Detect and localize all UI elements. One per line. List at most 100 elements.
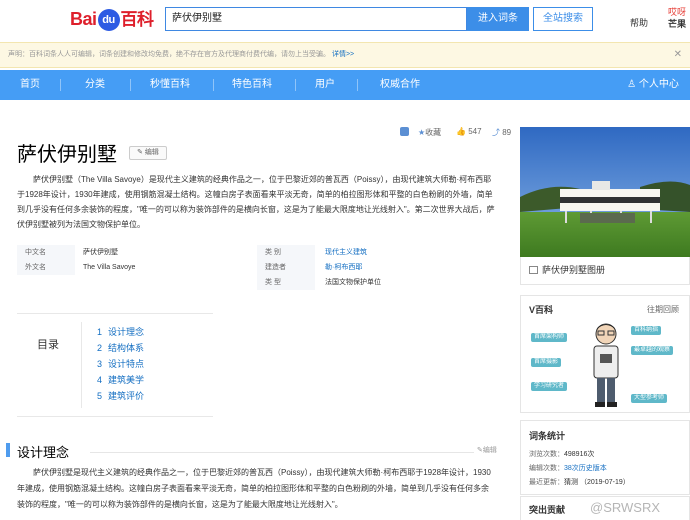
entry-photo[interactable] (520, 127, 690, 257)
v-baike-more-link[interactable]: 往期回顾 (647, 304, 679, 315)
info-value-link[interactable]: 勒·柯布西耶 (325, 260, 362, 275)
thumb-icon: 👍 (456, 127, 466, 136)
toc-item[interactable]: 5 建筑评价 (97, 388, 144, 404)
baidu-baike-logo[interactable]: Bai du 百科 (70, 5, 155, 32)
nav-item-category[interactable]: 分类 (75, 70, 115, 100)
like-button[interactable]: 👍 547 (456, 127, 482, 136)
user-icon: ♙ (627, 79, 637, 90)
nav-item-home[interactable]: 首页 (10, 70, 50, 100)
v-tag: 学习研究者 (531, 382, 568, 391)
toc-item[interactable]: 3 设计特点 (97, 356, 144, 372)
v-tag: 最卓越的观察 (631, 346, 674, 355)
toc-item[interactable]: 4 建筑美学 (97, 372, 144, 388)
photo-album-link[interactable]: 萨伏伊别墅图册 (520, 257, 690, 285)
top-bar: Bai du 百科 萨伏伊别墅 进入词条 全站搜索 帮助 哎呀 芒果 (0, 0, 690, 38)
toc-number: 2 (97, 343, 103, 353)
nav-item-partner[interactable]: 权威合作 (370, 70, 430, 100)
v-baike-title: V百科 (529, 305, 554, 315)
stat-key: 最近更新： (529, 479, 564, 486)
toc-number: 3 (97, 359, 103, 369)
toc-text: 设计理念 (108, 327, 145, 337)
close-icon[interactable]: ✕ (674, 43, 682, 67)
nav-item-user[interactable]: 用户 (305, 70, 345, 100)
stat-row: 浏览次数：498916次 (529, 449, 594, 459)
toc-number: 1 (97, 327, 103, 337)
info-row: 中文名 萨伏伊别墅 类 别 现代主义建筑 (17, 245, 495, 260)
v-tag: 首席摄影 (531, 358, 562, 367)
nav-divider (213, 79, 214, 91)
nav-item-featured[interactable]: 特色百科 (222, 70, 282, 100)
v-tag: 大型参考师 (631, 394, 668, 403)
nav-divider (295, 79, 296, 91)
nav-item-miaodong[interactable]: 秒懂百科 (140, 70, 200, 100)
site-search-button[interactable]: 全站搜索 (533, 7, 593, 31)
album-label: 萨伏伊别墅图册 (542, 265, 606, 275)
nav-divider (357, 79, 358, 91)
toc-text: 结构体系 (108, 343, 145, 353)
edit-button[interactable]: ✎ 编辑 (129, 146, 167, 160)
toc-item[interactable]: 2 结构体系 (97, 340, 144, 356)
notice-more-link[interactable]: 详情>> (332, 51, 354, 58)
info-value: The Villa Savoye (83, 264, 136, 271)
paw-icon: du (97, 9, 120, 32)
toc-divider (81, 322, 82, 408)
stat-value[interactable]: 38次历史版本 (564, 465, 607, 472)
pencil-icon: ✎ (137, 149, 143, 156)
toc-text: 建筑评价 (108, 391, 145, 401)
nav-personal-center[interactable]: ♙ 个人中心 (618, 70, 688, 100)
logo-text: Bai (70, 9, 97, 29)
help-link[interactable]: 帮助 (630, 16, 648, 29)
notice-bar: 声明：百科词条人人可编辑，词条创建和修改均免费，绝不存在官方及代理商付费代编，请… (0, 42, 690, 68)
section-marker (6, 443, 10, 457)
basic-info-table: 中文名 萨伏伊别墅 类 别 现代主义建筑 外文名 The Villa Savoy… (17, 245, 495, 290)
watermark-text: @SRWSRX (590, 500, 661, 515)
v-tag: 百科纳指 (631, 326, 662, 335)
nav-personal-label: 个人中心 (638, 79, 679, 90)
toc-label: 目录 (37, 339, 59, 351)
toc-text: 设计特点 (108, 359, 145, 369)
v-tag: 首席架构师 (531, 333, 568, 342)
section-divider (90, 452, 495, 453)
stat-row: 最近更新：猜测 （2019-07-19） (529, 477, 630, 487)
nav-divider (130, 79, 131, 91)
main-nav: 首页 分类 秒懂百科 特色百科 用户 权威合作 ♙ 个人中心 (0, 70, 690, 100)
like-count: 547 (468, 127, 482, 136)
nav-divider (60, 79, 61, 91)
share-count: 89 (502, 128, 512, 137)
section-edit-button[interactable]: ✎编辑 (474, 445, 497, 455)
contributor-title: 突出贡献 (529, 505, 566, 515)
info-value: 法国文物保护单位 (325, 279, 381, 286)
info-key: 类 别 (257, 245, 315, 260)
user-name: 芒果 (668, 19, 687, 29)
toc-text: 建筑美学 (108, 375, 145, 385)
notice-text: 声明：百科词条人人可编辑，词条创建和修改均免费，绝不存在官方及代理商付费代编，请… (8, 51, 330, 58)
info-key: 类 型 (257, 275, 315, 290)
stat-key: 编辑次数： (529, 465, 564, 472)
album-icon (529, 266, 538, 274)
info-value-link[interactable]: 现代主义建筑 (325, 245, 367, 260)
stat-row: 编辑次数：38次历史版本 (529, 463, 607, 473)
toc-item[interactable]: 1 设计理念 (97, 324, 144, 340)
page-title: 萨伏伊别墅 (17, 144, 117, 166)
table-of-contents: 目录 1 设计理念 2 结构体系 3 设计特点 4 建筑美学 5 建筑评价 (17, 313, 213, 417)
cartoon-figure (593, 323, 619, 407)
entry-stats-panel: 词条统计 浏览次数：498916次 编辑次数：38次历史版本 最近更新：猜测 （… (520, 420, 690, 495)
toc-number: 5 (97, 391, 103, 401)
collect-button[interactable]: ★收藏 (418, 127, 441, 138)
stat-key: 浏览次数： (529, 451, 564, 458)
v-baike-panel: V百科 往期回顾 首席架构师 百科纳指 最卓越的观察 首席摄影 学习研究者 大型… (520, 295, 690, 413)
user-menu[interactable]: 哎呀 芒果 (668, 6, 686, 30)
info-key: 中文名 (17, 245, 75, 260)
stats-title: 词条统计 (529, 431, 566, 441)
info-value: 萨伏伊别墅 (83, 249, 118, 256)
info-key: 外文名 (17, 260, 75, 275)
logo-baike-text: 百科 (120, 10, 155, 29)
enter-entry-button[interactable]: 进入词条 (467, 7, 529, 31)
stat-value: 498916次 (564, 451, 595, 458)
toc-number: 4 (97, 375, 103, 385)
collect-label: 收藏 (425, 128, 442, 137)
add-icon[interactable] (400, 127, 411, 137)
share-button[interactable]: ⤴ 89 (492, 127, 511, 138)
search-input[interactable]: 萨伏伊别墅 (165, 7, 467, 31)
user-greeting: 哎呀 (668, 7, 687, 17)
